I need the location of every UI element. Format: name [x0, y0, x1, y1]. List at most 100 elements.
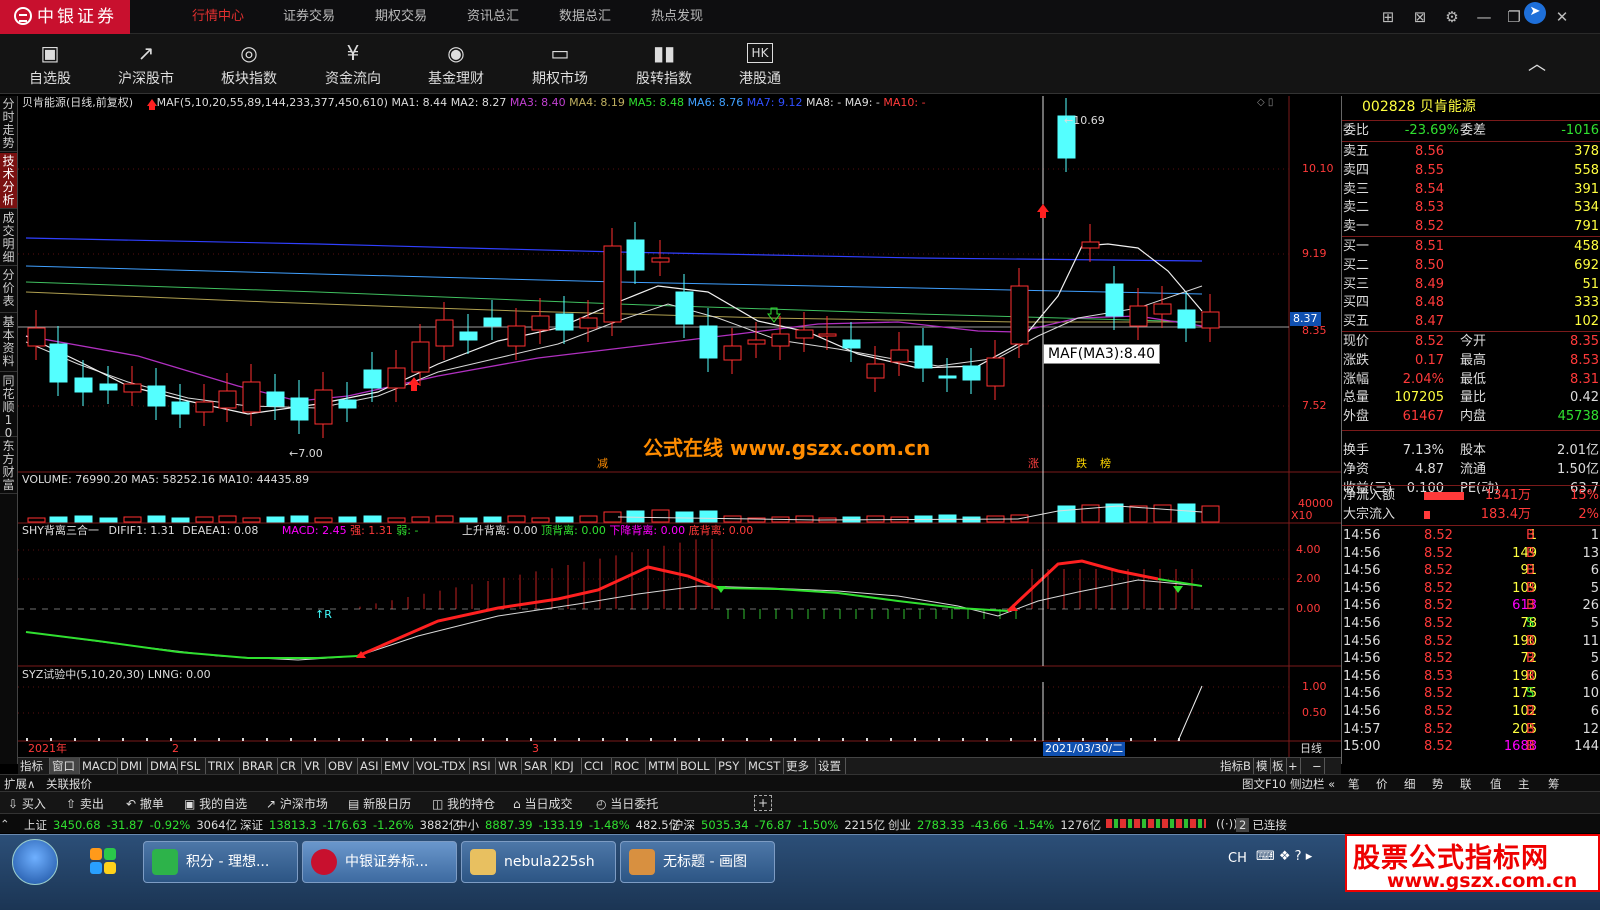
indicator-tab[interactable]: DMA — [148, 758, 178, 774]
sidebar-toggle[interactable]: 侧边栏 « — [1290, 776, 1335, 792]
grid-icon[interactable]: ⊞ — [1378, 7, 1398, 27]
indicator-tab[interactable]: BOLL — [678, 758, 716, 774]
indicator-right-tab[interactable]: 指标B — [1218, 758, 1254, 774]
indicator-tab[interactable]: CCI — [582, 758, 612, 774]
toolbar-fund-button[interactable]: ◉ 基金理财 — [408, 40, 504, 90]
menu-option-trade[interactable]: 期权交易 — [375, 0, 427, 34]
tab-trend[interactable]: 势 — [1432, 776, 1444, 792]
indicator-tab[interactable]: 更多 — [784, 758, 816, 774]
indicator-tab[interactable]: BRAR — [240, 758, 278, 774]
indicator-right-tab[interactable]: 板 — [1270, 758, 1287, 774]
indicator-tab[interactable]: SAR — [522, 758, 552, 774]
indicator-tab[interactable]: MACD — [80, 758, 118, 774]
menu-stock-trade[interactable]: 证券交易 — [283, 0, 335, 34]
indicator-tab[interactable]: PSY — [716, 758, 746, 774]
market-index[interactable]: 深证 13813.3 -176.63 -1.26% 3882亿 — [240, 817, 460, 833]
market-index[interactable]: 上证 3450.68 -31.87 -0.92% 3064亿 — [24, 817, 237, 833]
action-sell-button[interactable]: ⇧ 卖出 — [66, 795, 104, 812]
market-index[interactable]: 中小 8887.39 -133.19 -1.48% 482.5亿 — [456, 817, 680, 833]
action-cancel-order-button[interactable]: ↶ 撤单 — [126, 795, 164, 812]
tab-link[interactable]: 联 — [1460, 776, 1472, 792]
action-today-orders-button[interactable]: ◴ 当日委托 — [596, 795, 658, 812]
tab-chips[interactable]: 筹 — [1548, 776, 1560, 792]
tab-eastmoney[interactable]: 东方财富 — [0, 438, 17, 494]
action-market-button[interactable]: ↗ 沪深市场 — [266, 795, 328, 812]
pane-maximize-icon[interactable]: ◇ ▯ — [1257, 97, 1273, 108]
indicator-right-tab[interactable]: + — [1286, 758, 1301, 774]
chart-icon[interactable]: ⊠ — [1410, 7, 1430, 27]
taskbar-item[interactable]: nebula225sh — [461, 841, 616, 883]
toolbar-watchlist-button[interactable]: ▣ 自选股 — [2, 40, 98, 90]
indicator-right-tab[interactable]: − — [1310, 758, 1325, 774]
action-holdings-button[interactable]: ◫ 我的持仓 — [432, 795, 495, 812]
indicator-tab[interactable]: DMI — [118, 758, 148, 774]
tab-ths10[interactable]: 同花顺10 — [0, 373, 17, 440]
tab-ticks[interactable]: 笔 — [1348, 776, 1360, 792]
indicator-tab[interactable]: FSL — [178, 758, 206, 774]
indicator-tab[interactable]: KDJ — [552, 758, 582, 774]
tab-detail[interactable]: 细 — [1404, 776, 1416, 792]
start-button[interactable] — [12, 839, 58, 885]
indicator-tab[interactable]: MCST — [746, 758, 784, 774]
toolbar-sector-button[interactable]: ◎ 板块指数 — [201, 40, 297, 90]
taskbar-item[interactable]: 积分 - 理想... — [143, 841, 298, 883]
action-watchlist-button[interactable]: ▣ 我的自选 — [184, 795, 247, 812]
kline-chart-area[interactable] — [18, 96, 1341, 757]
action-ipo-calendar-button[interactable]: ▤ 新股日历 — [348, 795, 411, 812]
tab-technical[interactable]: 技术分析 — [0, 153, 17, 209]
action-today-deals-button[interactable]: ⌂ 当日成交 — [513, 795, 572, 812]
ime-indicator[interactable]: CH — [1228, 851, 1247, 866]
menu-hot[interactable]: 热点发现 — [651, 0, 703, 34]
indicator-tab[interactable]: TRIX — [206, 758, 240, 774]
add-panel-icon[interactable]: + — [754, 795, 773, 811]
tab-deal-detail[interactable]: 成交明细 — [0, 210, 17, 266]
tab-price[interactable]: 价 — [1376, 776, 1388, 792]
indicator-right-tab[interactable]: 模 — [1254, 758, 1271, 774]
market-index[interactable]: 创业 2783.33 -43.66 -1.54% 1276亿 — [888, 817, 1101, 833]
indicator-tab[interactable]: 设置 — [816, 758, 846, 774]
related-quote-button[interactable]: 关联报价 — [46, 776, 92, 792]
menu-market-center[interactable]: 行情中心 — [192, 0, 244, 34]
indicator-tab[interactable]: 指标A — [18, 758, 50, 789]
indicator-tab[interactable]: WR — [496, 758, 522, 774]
toolbar-index-button[interactable]: ▮▮ 股转指数 — [616, 40, 712, 90]
taskbar-item-active[interactable]: 中银证券标... — [302, 841, 457, 883]
tray-icons[interactable]: ⌨ ❖ ? ▸ — [1256, 849, 1312, 864]
taskbar-item[interactable]: 无标题 - 画图 — [620, 841, 775, 883]
indicator-tab[interactable]: CR — [278, 758, 302, 774]
connection-status[interactable]: 2 已连接 — [1236, 817, 1287, 833]
collapse-icon[interactable]: ⌃ — [0, 817, 10, 831]
f10-button[interactable]: 图文F10 — [1242, 776, 1286, 792]
indicator-tab[interactable]: MTM — [646, 758, 678, 774]
tab-value[interactable]: 值 — [1490, 776, 1502, 792]
expand-button[interactable]: 扩展∧ — [4, 776, 35, 792]
indicator-tab[interactable]: VR — [302, 758, 326, 774]
indicator-tab[interactable]: EMV — [382, 758, 414, 774]
menu-news[interactable]: 资讯总汇 — [467, 0, 519, 34]
settings-icon[interactable]: ⚙ — [1442, 7, 1462, 27]
tab-price-table[interactable]: 分价表 — [0, 267, 17, 313]
restore-icon[interactable]: ❐ — [1504, 7, 1524, 27]
close-icon[interactable]: ✕ — [1552, 7, 1572, 27]
indicator-tab[interactable]: ASI — [358, 758, 382, 774]
market-index[interactable]: 沪深 5035.34 -76.87 -1.50% 2215亿 — [672, 817, 885, 833]
indicator-tab[interactable]: 窗口 — [50, 758, 80, 774]
send-icon[interactable]: ➤ — [1524, 2, 1546, 24]
indicator-tab[interactable]: RSI — [470, 758, 496, 774]
period-label[interactable]: 日线 — [1300, 742, 1322, 756]
app-launcher-icon[interactable] — [78, 840, 128, 884]
tab-profile[interactable]: 基本资料 — [0, 314, 17, 372]
tab-main[interactable]: 主 — [1518, 776, 1530, 792]
toolbar-sh-sz-button[interactable]: ↗ 沪深股市 — [98, 40, 194, 90]
indicator-tab[interactable]: ROC — [612, 758, 646, 774]
collapse-chevron-icon[interactable]: ︿ — [1528, 50, 1546, 76]
action-buy-button[interactable]: ⇩ 买入 — [8, 795, 46, 812]
indicator-tab[interactable]: VOL-TDX — [414, 758, 470, 774]
toolbar-hk-button[interactable]: HK 港股通 — [712, 40, 808, 90]
menu-data[interactable]: 数据总汇 — [559, 0, 611, 34]
tab-time-share[interactable]: 分时走势 — [0, 96, 17, 152]
toolbar-money-flow-button[interactable]: ¥ 资金流向 — [305, 40, 401, 90]
minimize-icon[interactable]: — — [1474, 7, 1494, 27]
toolbar-option-button[interactable]: ▭ 期权市场 — [512, 40, 608, 90]
indicator-tab[interactable]: OBV — [326, 758, 358, 774]
